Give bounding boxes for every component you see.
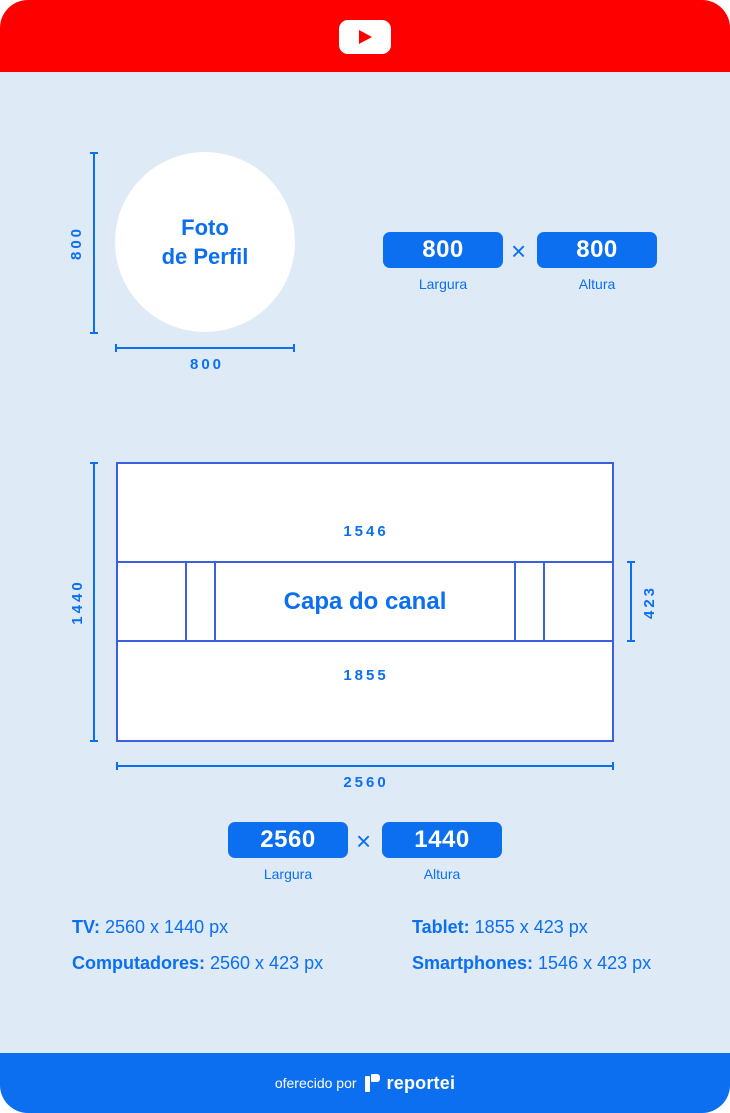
infographic: Foto de Perfil 800 800 800 × 800 Largura… <box>0 0 730 1113</box>
spec-computers-value: 2560 x 423 px <box>205 953 324 973</box>
strip-height-label: 423 <box>641 584 658 620</box>
profile-width-label: 800 <box>189 356 225 373</box>
profile-width-pill: 800 <box>383 232 503 268</box>
spec-computers: Computadores: 2560 x 423 px <box>72 953 323 974</box>
banner-height-label: 1440 <box>69 579 86 625</box>
spec-smartphones: Smartphones: 1546 x 423 px <box>412 953 651 974</box>
diagram-lines <box>90 152 635 770</box>
spec-smartphones-value: 1546 x 423 px <box>533 953 652 973</box>
footer-bar: oferecido por reportei <box>0 1053 730 1113</box>
spec-tablet-value: 1855 x 423 px <box>469 917 588 937</box>
banner-width-caption: Largura <box>263 866 313 882</box>
profile-height-pill: 800 <box>537 232 657 268</box>
banner-height-caption: Altura <box>423 866 461 882</box>
banner-height-pill: 1440 <box>382 822 502 858</box>
profile-times-sign: × <box>511 236 527 266</box>
offered-by-text: oferecido por <box>274 1075 357 1091</box>
spec-tablet-label: Tablet: <box>412 917 470 937</box>
profile-circle-label: Foto de Perfil <box>161 215 249 269</box>
banner-title: Capa do canal <box>283 588 447 615</box>
spec-tv-value: 2560 x 1440 px <box>100 917 229 937</box>
brand-name[interactable]: reportei <box>387 1073 456 1094</box>
reportei-logo-icon <box>364 1074 381 1092</box>
spec-tablet: Tablet: 1855 x 423 px <box>412 917 588 938</box>
banner-width-pill: 2560 <box>228 822 348 858</box>
banner-width-label: 2560 <box>343 774 389 791</box>
spec-smartphones-label: Smartphones: <box>412 953 534 973</box>
tablet-width-label: 1855 <box>343 667 389 684</box>
spec-tv-label: TV: <box>72 917 101 937</box>
safe-width-label: 1546 <box>343 523 389 540</box>
spec-tv: TV: 2560 x 1440 px <box>72 917 228 938</box>
profile-photo-circle: Foto de Perfil <box>115 152 295 332</box>
profile-width-caption: Largura <box>418 276 468 292</box>
banner-times-sign: × <box>356 826 372 856</box>
profile-height-label: 800 <box>68 225 85 261</box>
profile-height-caption: Altura <box>578 276 616 292</box>
spec-computers-label: Computadores: <box>72 953 206 973</box>
